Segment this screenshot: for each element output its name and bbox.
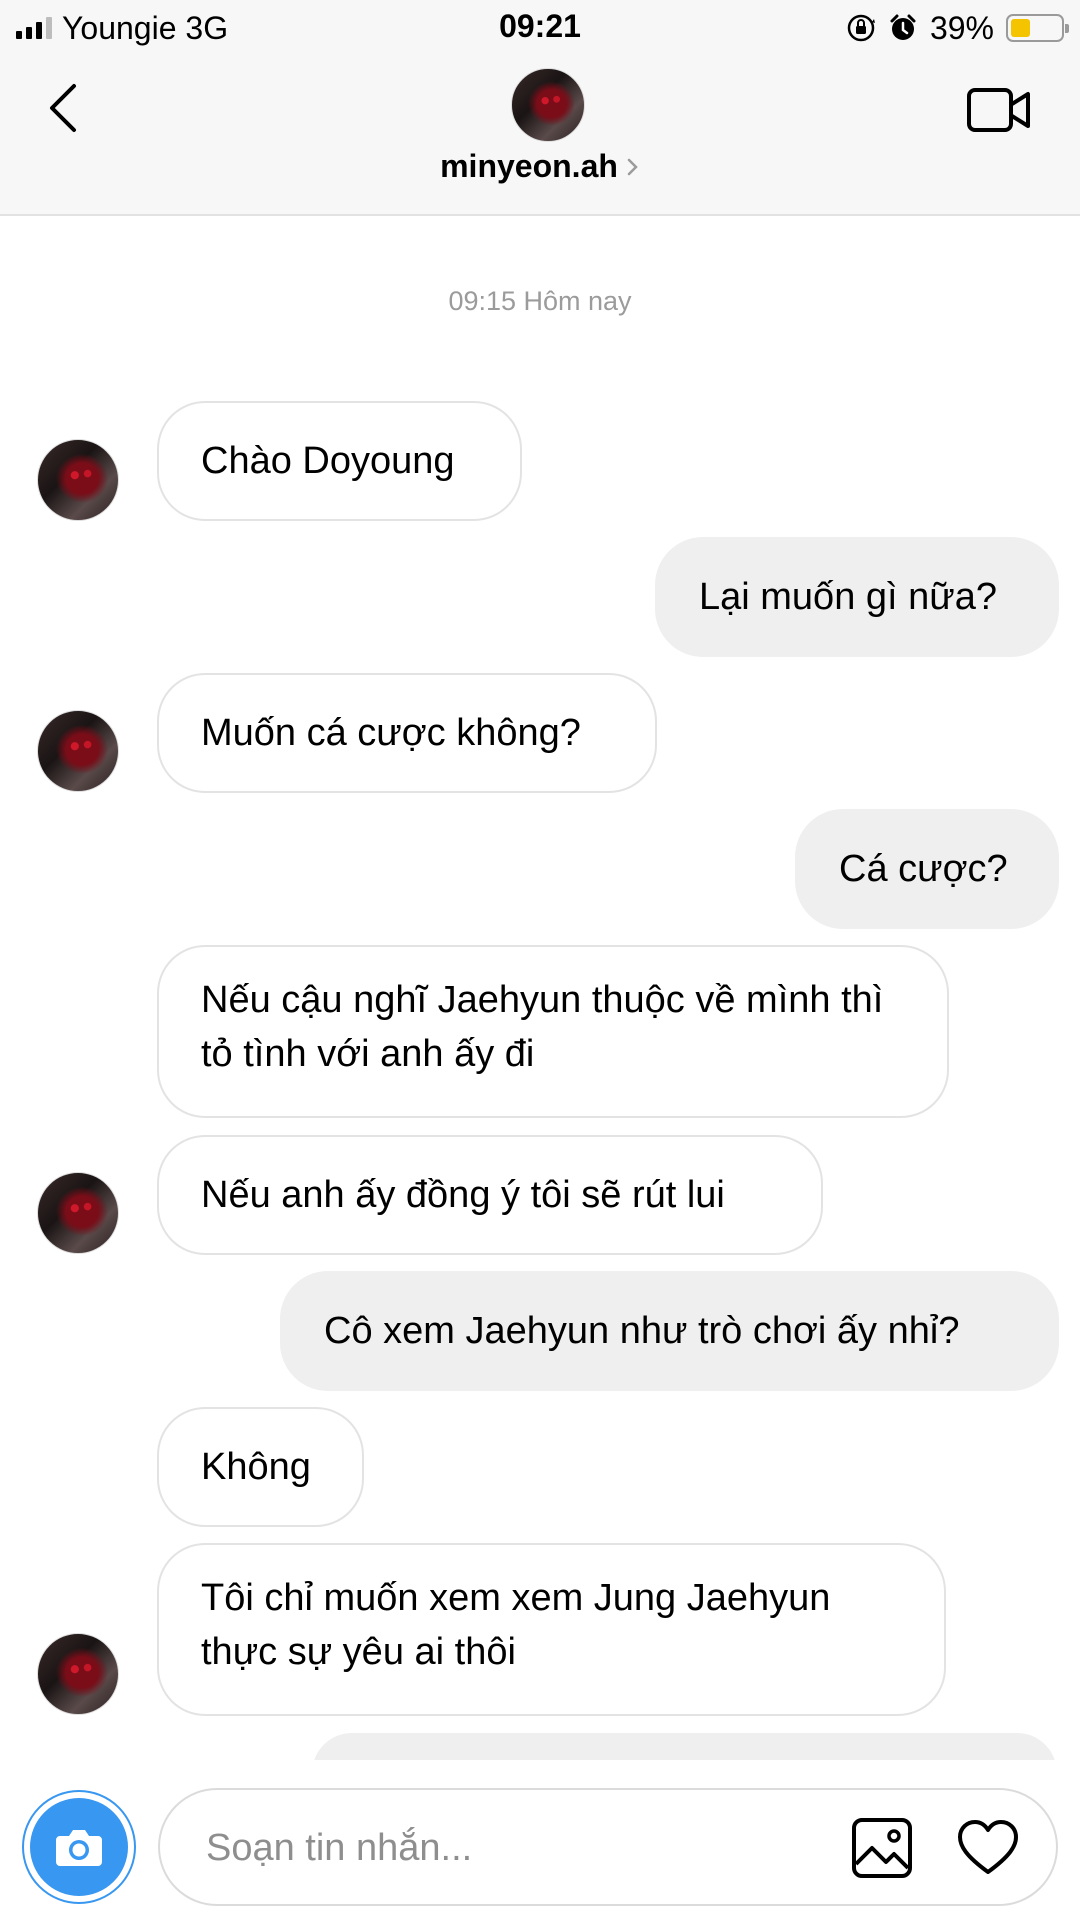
message-text: Muốn cá cược không? xyxy=(201,712,581,754)
battery-icon xyxy=(1006,14,1069,42)
avatar[interactable] xyxy=(37,439,119,521)
heart-icon[interactable] xyxy=(956,1818,1020,1878)
message-bubble-outgoing[interactable]: Cá cược? xyxy=(795,809,1059,929)
message-text: Lại muốn gì nữa? xyxy=(699,576,997,618)
alarm-icon xyxy=(890,14,916,40)
orientation-lock-icon xyxy=(847,14,875,42)
message-text: Cô xem Jaehyun như trò chơi ấy nhỉ? xyxy=(324,1310,960,1352)
status-right: 39% xyxy=(846,8,1069,48)
message-bubble-incoming[interactable]: Tôi chỉ muốn xem xem Jung Jaehyun thực s… xyxy=(157,1543,946,1716)
message-bubble-incoming[interactable]: Nếu cậu nghĩ Jaehyun thuộc về mình thì t… xyxy=(157,945,949,1118)
gallery-icon[interactable] xyxy=(850,1816,914,1880)
message-text: Không xyxy=(201,1446,311,1488)
message-bubble-outgoing[interactable]: Lại muốn gì nữa? xyxy=(655,537,1059,657)
camera-button[interactable] xyxy=(22,1790,136,1904)
username[interactable]: minyeon.ah xyxy=(440,148,618,185)
message-field[interactable] xyxy=(158,1788,1058,1906)
message-bubble-incoming[interactable]: Không xyxy=(157,1407,364,1527)
chat-header: minyeon.ah xyxy=(0,54,1080,216)
message-text: Chào Doyoung xyxy=(201,440,455,482)
message-composer xyxy=(0,1760,1080,1920)
status-bar: Youngie 3G 09:21 39% xyxy=(0,0,1080,54)
back-arrow-icon[interactable] xyxy=(40,78,90,138)
message-text: Nếu cậu nghĩ Jaehyun thuộc về mình thì t… xyxy=(201,979,884,1075)
message-text: Cá cược? xyxy=(839,848,1008,890)
message-bubble-outgoing[interactable]: Cô xem Jaehyun như trò chơi ấy nhỉ? xyxy=(280,1271,1059,1391)
avatar[interactable] xyxy=(37,710,119,792)
message-bubble-incoming[interactable]: Chào Doyoung xyxy=(157,401,522,521)
message-text: Tôi chỉ muốn xem xem Jung Jaehyun thực s… xyxy=(201,1577,831,1673)
avatar[interactable] xyxy=(37,1172,119,1254)
conversation-timestamp: 09:15 Hôm nay xyxy=(448,286,632,316)
message-input[interactable] xyxy=(206,1820,846,1876)
message-bubble-incoming[interactable]: Muốn cá cược không? xyxy=(157,673,657,793)
message-bubble-incoming[interactable]: Nếu anh ấy đồng ý tôi sẽ rút lui xyxy=(157,1135,823,1255)
video-call-icon[interactable] xyxy=(966,84,1032,136)
avatar[interactable] xyxy=(511,68,585,142)
battery-fill xyxy=(1011,19,1030,37)
chevron-right-icon xyxy=(627,158,638,175)
battery-percent: 39% xyxy=(929,9,994,46)
camera-icon xyxy=(30,1798,128,1896)
profile-link[interactable]: minyeon.ah xyxy=(0,148,1080,185)
message-text: Nếu anh ấy đồng ý tôi sẽ rút lui xyxy=(201,1174,725,1216)
avatar[interactable] xyxy=(37,1633,119,1715)
